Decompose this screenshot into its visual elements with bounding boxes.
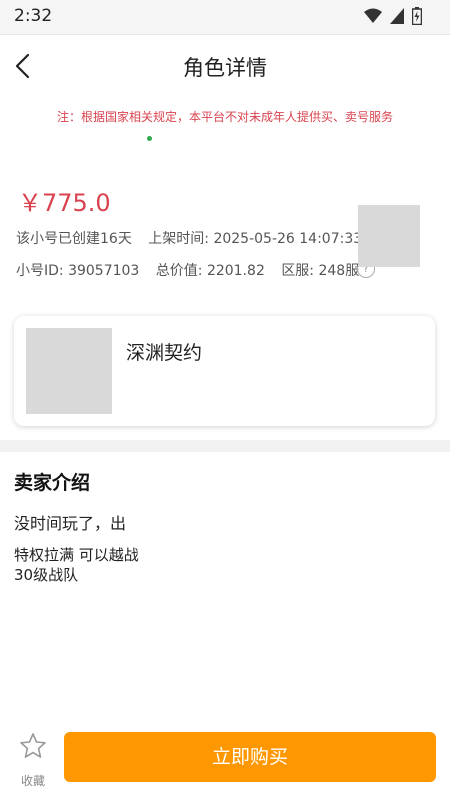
seller-intro-title: 卖家介绍: [14, 472, 91, 494]
section-divider: [0, 440, 450, 452]
total-value: 总价值: 2201.82: [155, 263, 265, 279]
info-row-ids: 小号ID: 39057103 总价值: 2201.82 区服: 248服: [16, 260, 371, 280]
minor-notice: 注：根据国家相关规定，本平台不对未成年人提供买、卖号服务: [56, 110, 393, 124]
game-thumbnail: [26, 328, 112, 414]
game-name: 深渊契约: [126, 342, 203, 364]
buy-now-button[interactable]: 立即购买: [64, 732, 436, 782]
battery-icon: [412, 7, 422, 25]
signal-icon: [390, 8, 404, 24]
star-icon: [20, 733, 46, 758]
seller-intro-line2: 特权拉满 可以越战: [14, 546, 139, 564]
status-icons: [364, 7, 422, 25]
seller-intro-line1: 没时间玩了，出: [14, 514, 127, 533]
favorite-label: 收藏: [20, 774, 45, 788]
favorite-button[interactable]: 收藏: [14, 730, 52, 788]
seller-intro-line3: 30级战队: [14, 566, 79, 584]
info-row-dates: 该小号已创建16天 上架时间: 2025-05-26 14:07:33: [16, 228, 374, 248]
server: 区服: 248服: [281, 263, 360, 279]
status-bar: 2:32: [0, 0, 450, 35]
bottom-bar: 收藏 立即购买: [0, 722, 450, 797]
seller-intro-details: 特权拉满 可以越战 30级战队: [14, 545, 139, 585]
game-card[interactable]: 深渊契约: [14, 316, 435, 426]
page-indicator-dot: [147, 136, 152, 141]
seller-avatar: [358, 205, 420, 267]
title-bar: 角色详情: [0, 34, 450, 98]
status-time: 2:32: [14, 6, 53, 26]
listed-time: 上架时间: 2025-05-26 14:07:33: [148, 231, 363, 247]
price: ￥775.0: [18, 189, 111, 217]
wifi-icon: [364, 8, 382, 23]
page-title: 角色详情: [183, 56, 267, 80]
account-id: 小号ID: 39057103: [16, 263, 140, 279]
created-days: 该小号已创建16天: [16, 231, 132, 247]
